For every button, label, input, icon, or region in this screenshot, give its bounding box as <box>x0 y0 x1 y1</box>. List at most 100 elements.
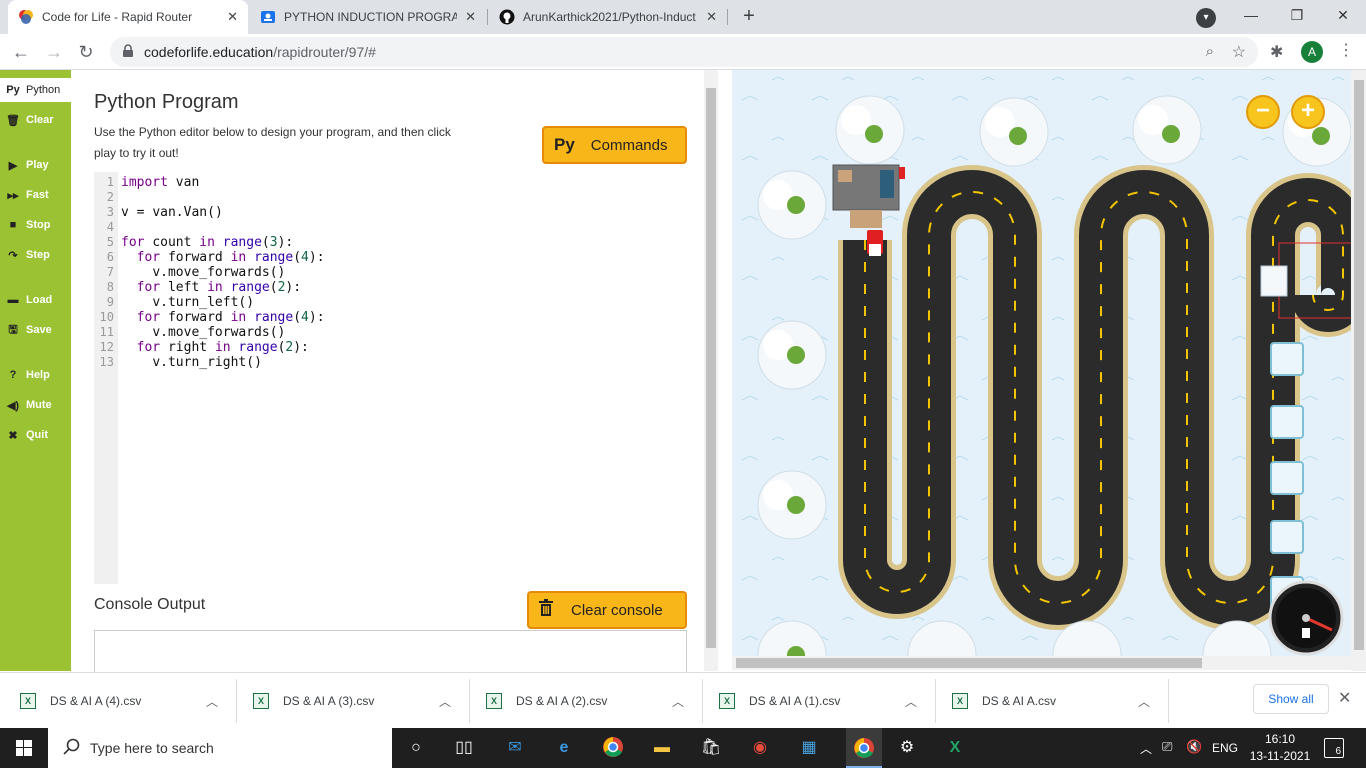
app-icon[interactable]: ◉ <box>748 736 772 760</box>
clock-date[interactable]: 13-11-2021 <box>1246 749 1314 763</box>
forward-icon[interactable]: → <box>42 40 66 64</box>
line-number: 6 <box>106 250 114 264</box>
chevron-up-icon[interactable]: ︿ <box>206 693 218 710</box>
code-for-life-icon <box>18 9 34 25</box>
new-tab-button[interactable]: + <box>737 4 761 28</box>
sidebar-item-label: Fast <box>26 189 49 201</box>
download-item[interactable]: X DS & AI A.csv ︿ <box>952 673 1162 729</box>
bookmark-star-icon[interactable]: ☆ <box>1232 42 1246 62</box>
desktop-app-icon[interactable]: ▦ <box>797 736 821 760</box>
address-bar[interactable]: codeforlife.education/rapidrouter/97/# ⌕… <box>110 37 1258 67</box>
tray-chevron-icon[interactable]: ︿ <box>1140 740 1152 757</box>
download-item[interactable]: X DS & AI A (4).csv ︿ <box>20 673 230 729</box>
chrome-active-icon[interactable] <box>846 728 882 768</box>
scroll-thumb[interactable] <box>1354 80 1364 650</box>
sidebar-item-label: Save <box>26 324 52 336</box>
sidebar-item-fast[interactable]: ▸▸ Fast <box>0 183 71 207</box>
close-tab-icon[interactable]: ✕ <box>227 9 238 25</box>
excel-icon[interactable]: X <box>943 736 967 760</box>
speaker-icon: ◀) <box>6 399 20 412</box>
show-all-button[interactable]: Show all <box>1253 684 1329 714</box>
code-editor[interactable]: 1 2 3 4 5 6 7 8 9 10 11 12 13 import van… <box>94 172 687 584</box>
task-view-icon[interactable]: ▯▯ <box>452 736 476 760</box>
file-explorer-icon[interactable]: ▬ <box>650 736 674 760</box>
sidebar-item-play[interactable]: ▶ Play <box>0 153 71 177</box>
notification-center-icon[interactable]: 6 <box>1324 738 1344 758</box>
chevron-up-icon[interactable]: ︿ <box>672 693 684 710</box>
chevron-up-icon[interactable]: ︿ <box>905 693 917 710</box>
sidebar-item-python[interactable]: Py Python <box>0 78 71 102</box>
windows-start-button[interactable] <box>0 728 48 768</box>
maximize-button[interactable]: ❐ <box>1274 0 1320 30</box>
windows-logo-icon <box>16 740 32 756</box>
url-path: /rapidrouter/97/# <box>273 44 376 60</box>
volume-muted-icon[interactable]: 🔇 <box>1186 739 1202 755</box>
network-icon[interactable]: ⎚ <box>1162 739 1172 755</box>
sidebar-item-clear[interactable]: 🗑 Clear <box>0 108 71 132</box>
game-map[interactable] <box>732 70 1351 656</box>
sidebar-item-quit[interactable]: ✖ Quit <box>0 423 71 447</box>
taskbar-search-box[interactable]: Type here to search <box>48 728 392 768</box>
sidebar-item-label: Stop <box>26 219 51 231</box>
download-item[interactable]: X DS & AI A (3).csv ︿ <box>253 673 463 729</box>
code-line: v.turn_left() <box>152 295 255 310</box>
scroll-thumb[interactable] <box>706 88 716 648</box>
extensions-icon[interactable]: ✱ <box>1270 42 1283 62</box>
page-vertical-scrollbar[interactable] <box>1351 70 1366 671</box>
cortana-icon[interactable]: ○ <box>404 736 428 760</box>
zoom-search-icon[interactable]: ⌕ <box>1206 43 1214 60</box>
url-text: codeforlife.education/rapidrouter/97/# <box>144 44 376 60</box>
tab-search-icon[interactable]: ▾ <box>1196 8 1216 28</box>
code-line: v.move_forwards() <box>152 325 286 340</box>
line-number: 1 <box>106 175 114 189</box>
chevron-up-icon[interactable]: ︿ <box>439 693 451 710</box>
sidebar-item-save[interactable]: 🖫 Save <box>0 318 71 342</box>
close-tab-icon[interactable]: ✕ <box>465 9 476 25</box>
scroll-thumb[interactable] <box>736 658 1202 668</box>
zoom-out-button[interactable]: − <box>1246 95 1280 129</box>
chevron-up-icon[interactable]: ︿ <box>1138 693 1150 710</box>
line-number: 3 <box>106 205 114 219</box>
mail-icon[interactable]: ✉ <box>503 736 527 760</box>
editor-description: Use the Python editor below to design yo… <box>94 125 451 160</box>
sidebar-item-mute[interactable]: ◀) Mute <box>0 393 71 417</box>
zoom-in-button[interactable]: + <box>1291 95 1325 129</box>
sidebar-item-stop[interactable]: ■ Stop <box>0 213 71 237</box>
excel-file-icon: X <box>253 693 269 709</box>
sidebar-item-step[interactable]: ↷ Step <box>0 243 71 267</box>
reload-icon[interactable]: ↻ <box>74 40 98 64</box>
python-icon: Py <box>554 135 575 154</box>
download-item[interactable]: X DS & AI A (2).csv ︿ <box>486 673 696 729</box>
close-downloads-icon[interactable]: ✕ <box>1338 688 1351 708</box>
minimize-button[interactable]: — <box>1228 0 1274 30</box>
store-icon[interactable]: 🛍 <box>699 736 723 760</box>
edge-icon[interactable]: e <box>552 736 576 760</box>
tab-title: PYTHON INDUCTION PROGRAM <box>284 10 458 24</box>
game-horizontal-scrollbar[interactable] <box>732 656 1351 670</box>
search-icon <box>62 738 80 759</box>
commands-button[interactable]: Py Commands <box>542 126 687 164</box>
menu-kebab-icon[interactable]: ⋮ <box>1338 40 1354 60</box>
settings-gear-icon[interactable]: ⚙ <box>895 736 919 760</box>
close-window-button[interactable]: ✕ <box>1320 0 1366 30</box>
sidebar-item-help[interactable]: ? Help <box>0 363 71 387</box>
clear-console-button[interactable]: Clear console <box>527 591 687 629</box>
tab-github[interactable]: ArunKarthick2021/Python-Induct ✕ <box>489 0 727 34</box>
sidebar-item-load[interactable]: ▬ Load <box>0 288 71 312</box>
code-line: for forward in range(4): <box>136 310 325 325</box>
tab-title: Code for Life - Rapid Router <box>42 10 193 24</box>
back-icon[interactable]: ← <box>9 40 33 64</box>
sidebar-item-label: Clear <box>26 114 54 126</box>
chrome-icon[interactable] <box>601 736 625 760</box>
line-number: 8 <box>106 280 114 294</box>
editor-scrollbar[interactable] <box>704 70 718 671</box>
language-indicator[interactable]: ENG <box>1212 741 1238 755</box>
profile-avatar[interactable]: A <box>1301 41 1323 63</box>
download-separator <box>702 679 703 723</box>
tab-python-induction[interactable]: PYTHON INDUCTION PROGRAM ✕ <box>250 0 486 34</box>
download-item[interactable]: X DS & AI A (1).csv ︿ <box>719 673 929 729</box>
tab-rapid-router[interactable]: Code for Life - Rapid Router ✕ <box>8 0 248 34</box>
close-tab-icon[interactable]: ✕ <box>706 9 717 25</box>
clock-time[interactable]: 16:10 <box>1250 732 1310 746</box>
page-title: Python Program <box>94 91 239 113</box>
